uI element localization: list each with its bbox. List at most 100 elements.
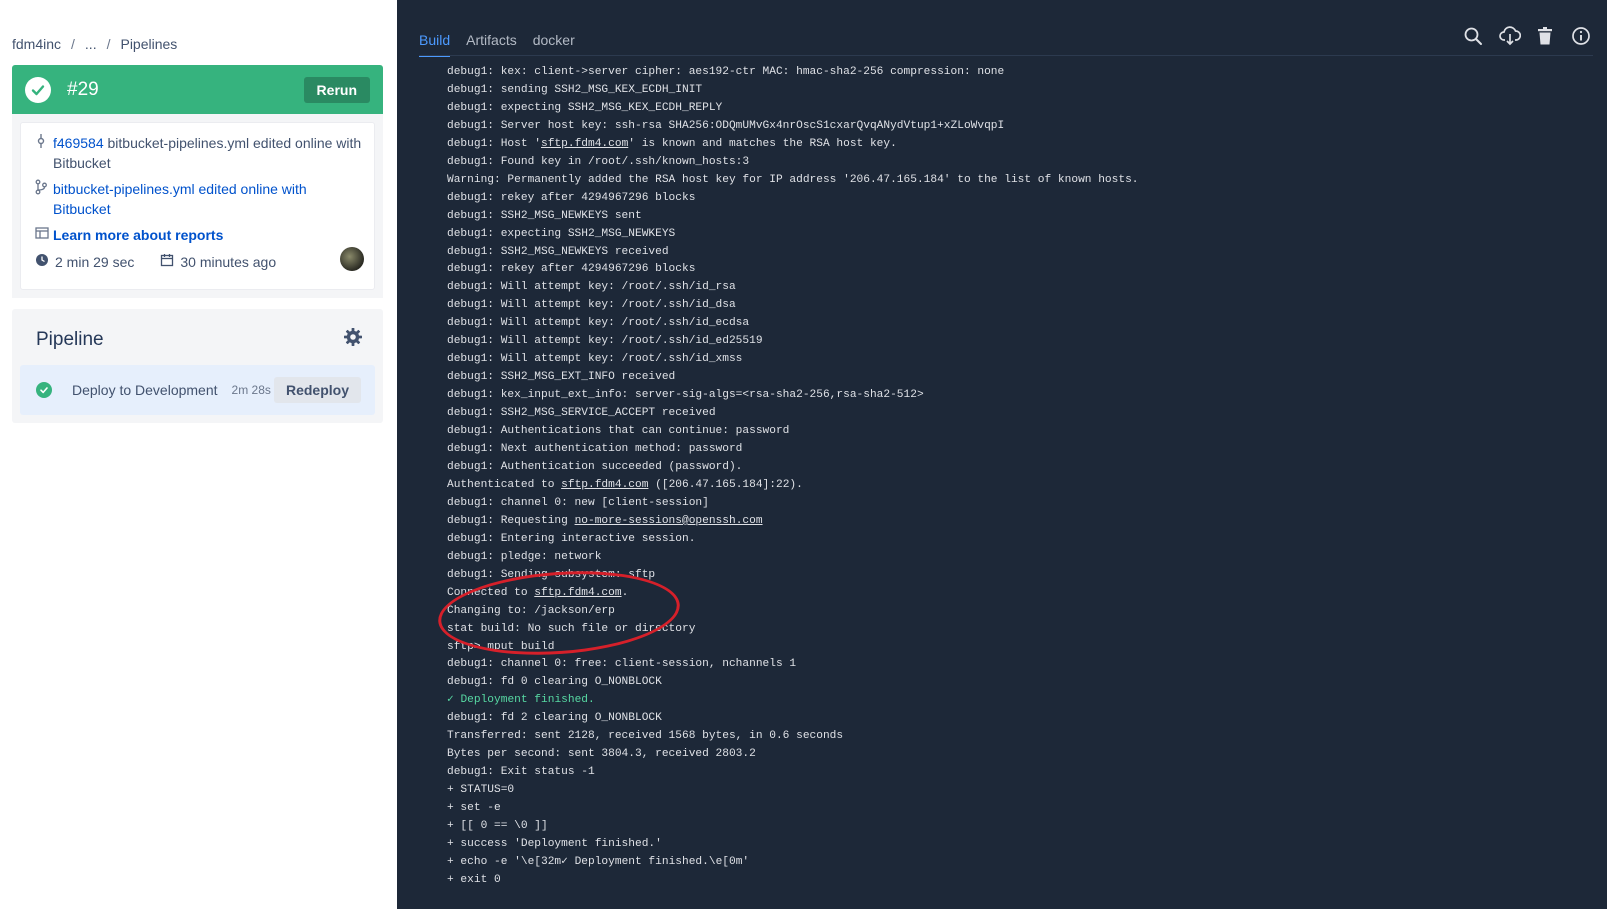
log-line: debug1: Will attempt key: /root/.ssh/id_…: [447, 333, 1587, 351]
reports-row: Learn more about reports: [35, 225, 362, 245]
log-text: debug1: Sending subsystem: sftp: [447, 568, 656, 581]
log-toolbar: [1463, 26, 1591, 46]
log-text: Connected to: [447, 586, 535, 599]
trash-icon[interactable]: [1535, 26, 1555, 46]
log-text: debug1: Authentication succeeded (passwo…: [447, 460, 743, 473]
log-line: debug1: expecting SSH2_MSG_KEX_ECDH_REPL…: [447, 100, 1587, 118]
redeploy-button[interactable]: Redeploy: [273, 377, 361, 403]
log-text: debug1: Found key in /root/.ssh/known_ho…: [447, 155, 750, 168]
log-line: debug1: Will attempt key: /root/.ssh/id_…: [447, 297, 1587, 315]
breadcrumb-org[interactable]: fdm4inc: [12, 36, 61, 52]
branch-link[interactable]: bitbucket-pipelines.yml edited online wi…: [53, 179, 362, 219]
log-line: debug1: kex: client->server cipher: aes1…: [447, 64, 1587, 82]
gear-icon[interactable]: [343, 327, 363, 352]
log-line: debug1: Found key in /root/.ssh/known_ho…: [447, 154, 1587, 172]
calendar-icon: [160, 253, 174, 270]
log-line: debug1: Will attempt key: /root/.ssh/id_…: [447, 279, 1587, 297]
log-text: debug1: channel 0: free: client-session,…: [447, 658, 797, 671]
breadcrumb: fdm4inc / ... / Pipelines: [12, 36, 177, 52]
build-log: debug1: kex: client->server cipher: aes1…: [447, 64, 1587, 898]
learn-more-reports-link[interactable]: Learn more about reports: [53, 225, 223, 245]
log-text: debug1: fd 2 clearing O_NONBLOCK: [447, 712, 662, 725]
log-text: debug1: fd 0 clearing O_NONBLOCK: [447, 676, 662, 689]
rerun-button[interactable]: Rerun: [303, 76, 370, 103]
tab-docker[interactable]: docker: [533, 32, 575, 57]
log-line: debug1: Entering interactive session.: [447, 531, 1587, 549]
log-line: debug1: fd 0 clearing O_NONBLOCK: [447, 674, 1587, 692]
log-line: debug1: Server host key: ssh-rsa SHA256:…: [447, 118, 1587, 136]
log-link[interactable]: sftp.fdm4.com: [534, 587, 621, 599]
log-line: debug1: channel 0: free: client-session,…: [447, 656, 1587, 674]
log-text: + success 'Deployment finished.': [447, 837, 662, 850]
log-text: + echo -e '\e[32m✓ Deployment finished.\…: [447, 855, 750, 868]
log-line: debug1: rekey after 4294967296 blocks: [447, 190, 1587, 208]
log-text: stat build: No such file or directory: [447, 622, 696, 635]
log-text: debug1: Will attempt key: /root/.ssh/id_…: [447, 353, 743, 366]
log-text: debug1: rekey after 4294967296 blocks: [447, 263, 696, 276]
log-text: debug1: SSH2_MSG_EXT_INFO received: [447, 371, 676, 384]
log-line: Bytes per second: sent 3804.3, received …: [447, 746, 1587, 764]
build-duration: 2 min 29 sec: [55, 253, 135, 270]
reports-icon: [35, 225, 53, 245]
step-success-icon: [36, 382, 52, 398]
log-text: debug1: Server host key: ssh-rsa SHA256:…: [447, 119, 1005, 132]
breadcrumb-ellipsis[interactable]: ...: [85, 36, 97, 52]
log-line: Transferred: sent 2128, received 1568 by…: [447, 728, 1587, 746]
log-text: debug1: Host ': [447, 137, 541, 150]
pipeline-card: Pipeline Deploy to Development 2m 28s Re…: [12, 309, 383, 423]
log-text: debug1: Requesting: [447, 514, 575, 527]
log-line: debug1: Will attempt key: /root/.ssh/id_…: [447, 315, 1587, 333]
log-line: + set -e: [447, 800, 1587, 818]
avatar[interactable]: [340, 247, 364, 271]
branch-icon: [35, 179, 53, 200]
tab-build[interactable]: Build: [419, 32, 451, 57]
success-check-icon: [25, 76, 51, 103]
log-text: debug1: expecting SSH2_MSG_KEX_ECDH_REPL…: [447, 101, 723, 114]
search-icon[interactable]: [1463, 26, 1483, 46]
log-line: debug1: fd 2 clearing O_NONBLOCK: [447, 710, 1587, 728]
log-line: debug1: Authentication succeeded (passwo…: [447, 459, 1587, 477]
log-line: + success 'Deployment finished.': [447, 836, 1587, 854]
build-started: 30 minutes ago: [180, 253, 277, 270]
log-line: debug1: Next authentication method: pass…: [447, 441, 1587, 459]
info-icon[interactable]: [1571, 26, 1591, 46]
log-line: + echo -e '\e[32m✓ Deployment finished.\…: [447, 854, 1587, 872]
log-panel: Build Artifacts docker debug1: kex: clie…: [397, 0, 1607, 909]
log-link[interactable]: sftp.fdm4.com: [561, 479, 648, 491]
log-link[interactable]: no-more-sessions@openssh.com: [575, 515, 763, 527]
commit-row: f469584 bitbucket-pipelines.yml edited o…: [35, 133, 362, 173]
tab-artifacts[interactable]: Artifacts: [466, 32, 517, 57]
branch-row: bitbucket-pipelines.yml edited online wi…: [35, 179, 362, 219]
log-line: debug1: pledge: network: [447, 549, 1587, 567]
log-text: debug1: kex_input_ext_info: server-sig-a…: [447, 389, 924, 402]
log-line: debug1: Sending subsystem: sftp: [447, 567, 1587, 585]
log-line: sftp> mput build: [447, 639, 1587, 657]
log-line: debug1: Authentications that can continu…: [447, 423, 1587, 441]
log-text: debug1: Will attempt key: /root/.ssh/id_…: [447, 317, 750, 330]
log-text: debug1: Will attempt key: /root/.ssh/id_…: [447, 281, 736, 294]
log-text: debug1: pledge: network: [447, 550, 602, 563]
log-text: ([206.47.165.184]:22).: [648, 478, 803, 491]
log-line: debug1: SSH2_MSG_SERVICE_ACCEPT received: [447, 405, 1587, 423]
log-text: debug1: channel 0: new [client-session]: [447, 496, 709, 509]
commit-hash-link[interactable]: f469584: [53, 135, 104, 151]
tab-divider: [419, 55, 1593, 56]
log-text: Transferred: sent 2128, received 1568 by…: [447, 730, 844, 743]
log-line: debug1: Requesting no-more-sessions@open…: [447, 513, 1587, 531]
log-text: debug1: Authentications that can continu…: [447, 425, 790, 438]
pipeline-step[interactable]: Deploy to Development 2m 28s Redeploy: [20, 365, 375, 415]
log-line: debug1: expecting SSH2_MSG_NEWKEYS: [447, 226, 1587, 244]
log-text: debug1: SSH2_MSG_NEWKEYS received: [447, 245, 669, 258]
breadcrumb-current[interactable]: Pipelines: [120, 36, 177, 52]
log-line: debug1: SSH2_MSG_NEWKEYS received: [447, 244, 1587, 262]
log-text: + STATUS=0: [447, 784, 515, 797]
build-sidebar: fdm4inc / ... / Pipelines #29 Rerun f469…: [0, 0, 397, 909]
log-text: debug1: Will attempt key: /root/.ssh/id_…: [447, 335, 763, 348]
breadcrumb-separator: /: [106, 36, 111, 52]
log-success-text: ✓ Deployment finished.: [447, 694, 595, 707]
log-text: debug1: SSH2_MSG_NEWKEYS sent: [447, 209, 642, 222]
log-line: debug1: channel 0: new [client-session]: [447, 495, 1587, 513]
log-link[interactable]: sftp.fdm4.com: [541, 138, 628, 150]
log-line: Warning: Permanently added the RSA host …: [447, 172, 1587, 190]
download-cloud-icon[interactable]: [1499, 26, 1522, 46]
